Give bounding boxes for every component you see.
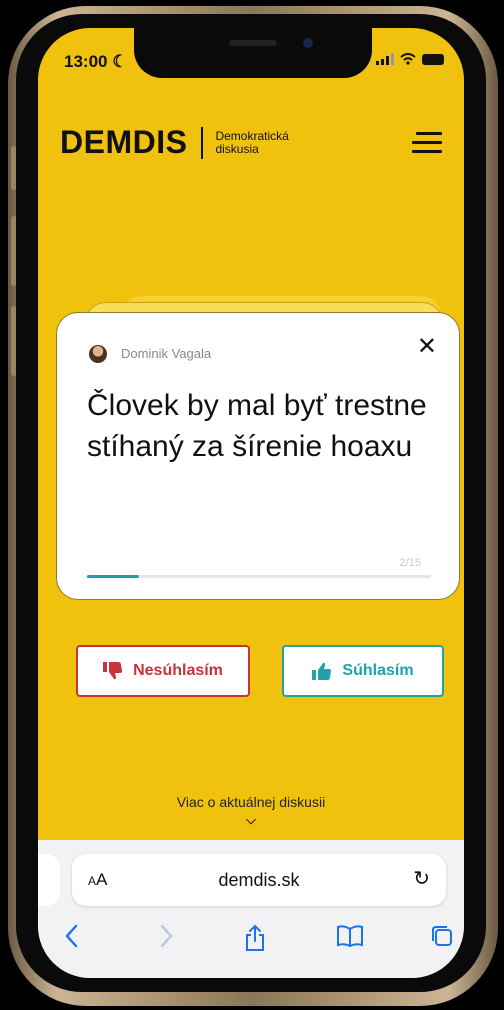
speaker (229, 40, 277, 46)
logo-divider (201, 126, 204, 159)
close-icon[interactable]: ✕ (417, 335, 437, 359)
hamburger-menu-icon[interactable] (412, 132, 442, 159)
url-text: demdis.sk (218, 870, 300, 890)
clock: 13:00 (64, 52, 108, 71)
site-header: DEMDIS Demokratická diskusia (60, 124, 289, 161)
author-avatar (89, 345, 107, 363)
tagline-line2: diskusia (215, 141, 259, 156)
agree-button[interactable]: Súhlasím (282, 645, 444, 697)
disagree-button[interactable]: Nesúhlasím (76, 645, 250, 697)
thumbs-up-icon (312, 662, 332, 680)
agree-label: Súhlasím (342, 662, 414, 679)
tagline: Demokratická diskusia (215, 128, 289, 156)
browser-toolbar: AA demdis.sk ↻ (38, 840, 464, 978)
tagline-line1: Demokratická (215, 128, 289, 143)
chevron-down-icon[interactable] (246, 814, 256, 825)
status-icons (376, 53, 444, 65)
previous-tab-preview[interactable] (38, 854, 60, 906)
status-time: 13:00 ☾ (64, 52, 127, 72)
address-bar[interactable]: AA demdis.sk ↻ (72, 854, 446, 906)
forward-icon[interactable] (160, 924, 174, 948)
moon-icon: ☾ (112, 52, 128, 71)
reload-icon[interactable]: ↻ (413, 866, 430, 891)
disagree-label: Nesúhlasím (133, 662, 223, 679)
battery-icon (422, 53, 444, 65)
signal-icon (376, 53, 394, 65)
statement-text: Človek by mal byť trestne stíhaný za šír… (87, 389, 427, 463)
back-icon[interactable] (64, 924, 78, 948)
statement-counter: 2/15 (399, 557, 421, 569)
progress-bar (87, 575, 431, 578)
progress-fill (87, 575, 139, 578)
tabs-icon[interactable] (430, 924, 454, 948)
notch (134, 28, 372, 78)
bookmarks-icon[interactable] (336, 924, 364, 948)
thumbs-down-icon (103, 662, 123, 680)
statement-card: Dominik Vagala ✕ Človek by mal byť trest… (56, 312, 460, 600)
wifi-icon (400, 53, 416, 65)
screen: 13:00 ☾ DEMDIS Demokratická diskusia Dom… (38, 28, 464, 978)
logo[interactable]: DEMDIS (60, 124, 187, 161)
browser-nav (38, 920, 464, 960)
share-icon[interactable] (244, 924, 266, 952)
more-about-discussion-link[interactable]: Viac o aktuálnej diskusii (38, 794, 464, 810)
author-name: Dominik Vagala (121, 346, 212, 361)
front-camera (303, 38, 313, 48)
